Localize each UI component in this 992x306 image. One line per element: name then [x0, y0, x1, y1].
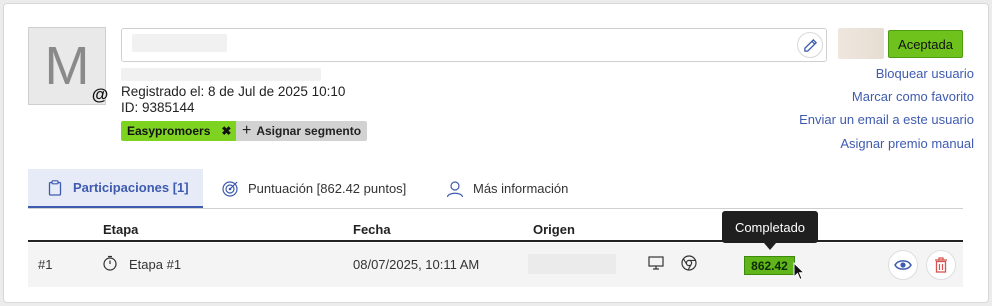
chrome-icon: [681, 255, 697, 274]
user-id: ID: 9385144: [121, 100, 195, 115]
stopwatch-icon: [102, 255, 118, 274]
target-icon: [221, 180, 239, 198]
desktop-icon: [648, 255, 664, 274]
tab-puntuacion[interactable]: Puntuación [862.42 puntos]: [221, 169, 426, 208]
registered-date: Registrado el: 8 de Jul de 2025 10:10: [121, 84, 346, 99]
segment-tag-label: Easypromoers: [127, 124, 211, 138]
tooltip: Completado: [722, 211, 818, 250]
tab-label: Puntuación [862.42 puntos]: [248, 181, 407, 196]
assign-segment-label: Asignar segmento: [256, 124, 362, 138]
favorite-link[interactable]: Marcar como favorito: [852, 89, 974, 104]
tab-mas-informacion[interactable]: Más información: [446, 169, 586, 208]
header-origen: Origen: [533, 222, 575, 237]
clipboard-icon: [46, 179, 64, 197]
row-index: #1: [38, 257, 53, 272]
tab-participaciones[interactable]: Participaciones [1]: [28, 169, 203, 208]
status-button[interactable]: Aceptada: [888, 30, 963, 58]
row-stage: Etapa #1: [129, 257, 182, 272]
tab-label: Más información: [473, 181, 569, 196]
header-etapa: Etapa: [103, 222, 139, 237]
edit-name-button[interactable]: [797, 32, 823, 58]
email-redacted: [121, 68, 321, 81]
name-redacted: [132, 34, 227, 52]
eye-icon: [894, 260, 912, 270]
header-fecha: Fecha: [353, 222, 391, 237]
pencil-icon: [803, 38, 817, 52]
delete-button[interactable]: [926, 250, 956, 280]
name-field[interactable]: [121, 28, 827, 62]
block-user-link[interactable]: Bloquear usuario: [876, 66, 974, 81]
segment-tag: Easypromoers ✖: [121, 121, 238, 141]
table-header: Etapa Fecha Origen: [28, 221, 963, 242]
user-icon: [446, 180, 464, 198]
view-button[interactable]: [888, 250, 918, 280]
tab-label: Participaciones [1]: [73, 180, 189, 195]
at-icon: @: [91, 85, 109, 104]
row-date: 08/07/2025, 10:11 AM: [353, 257, 480, 272]
assign-segment-button[interactable]: + Asignar segmento: [236, 121, 368, 141]
table-row: #1 Etapa #1 08/07/2025, 10:11 AM 862.42: [28, 243, 963, 287]
origin-redacted: [528, 254, 616, 274]
send-email-link[interactable]: Enviar un email a este usuario: [799, 112, 974, 127]
remove-segment-icon[interactable]: ✖: [221, 124, 231, 138]
tab-bar: Participaciones [1] Puntuación [862.42 p…: [28, 169, 963, 209]
assign-prize-link[interactable]: Asignar premio manual: [840, 136, 974, 151]
thumbnail-redacted: [838, 28, 884, 59]
trash-icon: [935, 257, 947, 273]
score-badge[interactable]: 862.42: [744, 256, 795, 275]
mouse-cursor-icon: [793, 261, 806, 287]
plus-icon: +: [242, 122, 252, 139]
